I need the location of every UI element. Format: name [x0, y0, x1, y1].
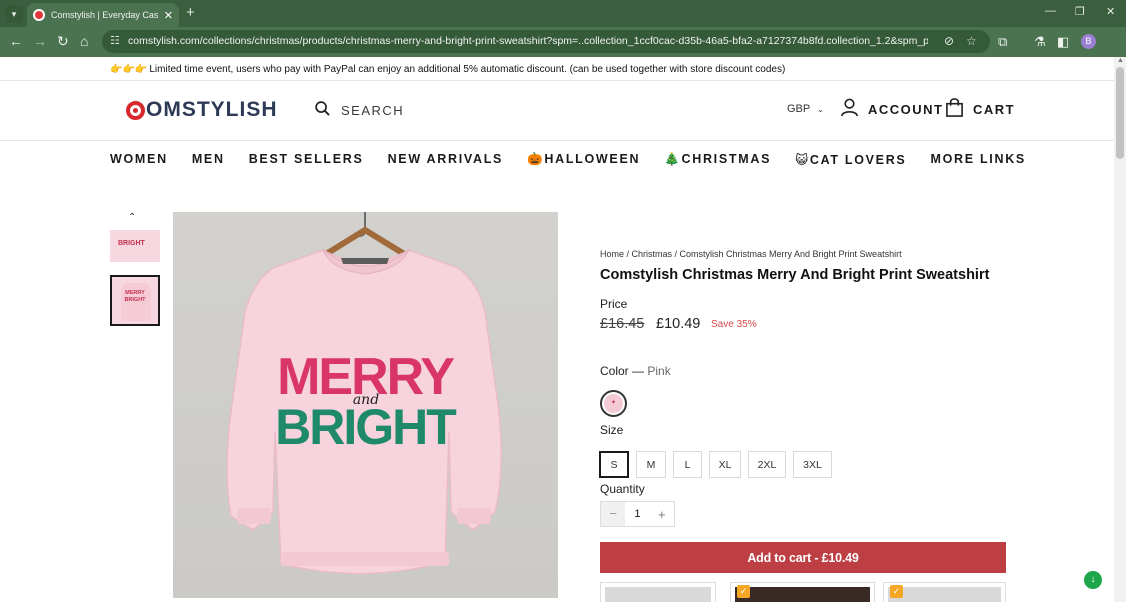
site-info-icon[interactable]: ☷ [110, 34, 120, 47]
promo-text: Limited time event, users who pay with P… [149, 63, 786, 75]
bundle-item-2[interactable]: ✓ [730, 582, 875, 602]
chevron-down-icon: ⌄ [817, 105, 824, 114]
bookmark-star-icon[interactable]: ☆ [966, 34, 977, 48]
home-icon[interactable]: ⌂ [80, 33, 88, 49]
bundle-checkbox-icon[interactable]: ✓ [890, 585, 903, 598]
browser-tab[interactable]: Comstylish | Everyday Casual W ✕ [27, 3, 179, 27]
color-swatch-pink[interactable]: ✦ [600, 390, 627, 417]
breadcrumb[interactable]: Home / Christmas / Comstylish Christmas … [600, 249, 902, 259]
thumbnail-up-chevron-icon[interactable]: ⌃ [128, 212, 136, 223]
nav-item-new-arrivals[interactable]: NEW ARRIVALS [388, 152, 504, 166]
original-price: £16.45 [600, 316, 645, 332]
minimize-icon[interactable]: — [1045, 5, 1056, 17]
divider [0, 140, 1114, 141]
url-text[interactable]: comstylish.com/collections/christmas/pro… [128, 35, 928, 47]
restore-icon[interactable]: ❐ [1075, 5, 1085, 18]
nav-item-more-links[interactable]: MORE LINKS [930, 152, 1025, 166]
side-panel-icon[interactable]: ◧ [1057, 34, 1069, 50]
size-option-xl[interactable]: XL [709, 451, 741, 478]
logo-text: OMSTYLISH [146, 98, 278, 121]
account-link[interactable]: ACCOUNT [868, 102, 944, 117]
bundle-item-1[interactable] [600, 582, 716, 602]
scroll-up-icon[interactable]: ▲ [1117, 57, 1124, 64]
bundle-item-3[interactable]: ✓ [883, 582, 1006, 602]
browser-tab-bar: ▾ Comstylish | Everyday Casual W ✕ + — ❐… [0, 0, 1126, 27]
bundle-item-image [605, 587, 711, 602]
bundle-item-image [735, 587, 870, 602]
quantity-label: Quantity [600, 482, 645, 496]
size-option-m[interactable]: M [636, 451, 666, 478]
quantity-stepper: − 1 + [600, 501, 675, 527]
web-page: 👉👉👉 Limited time event, users who pay wi… [0, 57, 1114, 602]
size-option-l[interactable]: L [673, 451, 702, 478]
page-scrollbar[interactable]: ▲ [1114, 57, 1126, 602]
sweatshirt-illustration: MERRY and BRIGHT [226, 212, 502, 575]
size-option-3xl[interactable]: 3XL [793, 451, 832, 478]
currency-value: GBP [787, 103, 811, 115]
cart-bag-icon[interactable] [945, 98, 964, 117]
lab-icon[interactable]: ⚗ [1034, 34, 1046, 50]
nav-item-halloween[interactable]: 🎃HALLOWEEN [527, 152, 640, 167]
color-label: Color — Pink [600, 364, 671, 378]
quantity-input[interactable]: 1 [625, 508, 649, 520]
account-icon[interactable] [840, 98, 859, 117]
search-input[interactable]: SEARCH [341, 103, 404, 118]
currency-selector[interactable]: GBP ⌄ [787, 103, 824, 115]
bundle-checkbox-icon[interactable]: ✓ [737, 585, 750, 598]
size-option-s[interactable]: S [599, 451, 629, 478]
thumbnail-print-text: BRIGHT [118, 240, 145, 247]
extensions-icon[interactable]: ⧉ [998, 34, 1007, 50]
thumbnail-print-text: MERRY BRIGHT [124, 290, 146, 303]
search-icon[interactable] [315, 101, 330, 116]
add-to-cart-button[interactable]: Add to cart - £10.49 [600, 542, 1006, 573]
product-thumbnail-1[interactable]: BRIGHT [110, 230, 160, 262]
new-tab-icon[interactable]: + [186, 4, 195, 21]
color-label-text: Color — [600, 364, 645, 378]
print-word-bright: BRIGHT [275, 399, 456, 455]
nav-item-cat-lovers[interactable]: 😺CAT LOVERS [795, 152, 906, 167]
back-icon[interactable]: ← [9, 33, 23, 49]
scrollbar-thumb[interactable] [1116, 67, 1124, 159]
quantity-decrease-button[interactable]: − [601, 502, 626, 526]
tab-search-dropdown-icon[interactable]: ▾ [5, 5, 23, 23]
tab-close-icon[interactable]: ✕ [164, 9, 173, 22]
site-header: OMSTYLISH SEARCH GBP ⌄ ACCOUNT CART [0, 81, 1114, 141]
tab-title: Comstylish | Everyday Casual W [51, 10, 158, 20]
nav-item-best-sellers[interactable]: BEST SELLERS [249, 152, 364, 166]
logo-mark-icon [126, 100, 145, 120]
sale-price: £10.49 [656, 316, 701, 332]
address-bar[interactable]: ☷ comstylish.com/collections/christmas/p… [102, 30, 990, 53]
chat-widget-icon[interactable]: ↓ [1084, 571, 1102, 589]
product-thumbnail-2[interactable]: MERRY BRIGHT [110, 275, 160, 326]
quantity-increase-button[interactable]: + [650, 507, 674, 522]
promo-banner: 👉👉👉 Limited time event, users who pay wi… [0, 57, 1114, 81]
size-label: Size [600, 423, 624, 437]
product-title: Comstylish Christmas Merry And Bright Pr… [600, 267, 990, 283]
bundle-item-image [888, 587, 1001, 602]
tracking-protection-icon[interactable]: ⊘ [944, 34, 954, 48]
browser-toolbar: ← → ↻ ⌂ ☷ comstylish.com/collections/chr… [0, 27, 1126, 57]
nav-item-women[interactable]: WOMEN [110, 152, 168, 166]
save-badge: Save 35% [711, 319, 757, 330]
nav-item-men[interactable]: MEN [192, 152, 225, 166]
nav-item-christmas[interactable]: 🎄CHRISTMAS [664, 152, 771, 167]
price-label: Price [600, 297, 628, 311]
forward-icon[interactable]: → [33, 33, 47, 49]
profile-avatar[interactable]: B [1081, 34, 1096, 49]
product-main-image[interactable]: MERRY and BRIGHT [173, 212, 558, 598]
size-option-2xl[interactable]: 2XL [748, 451, 786, 478]
cart-link[interactable]: CART [973, 102, 1015, 117]
reload-icon[interactable]: ↻ [57, 33, 69, 50]
swatch-image: ✦ [604, 394, 623, 413]
window-close-icon[interactable]: ✕ [1106, 5, 1115, 18]
selected-color-value: Pink [647, 364, 671, 378]
main-navigation: WOMEN MEN BEST SELLERS NEW ARRIVALS 🎃HAL… [110, 149, 1050, 169]
pointing-hands-icon: 👉👉👉 [110, 63, 148, 75]
site-favicon-icon [33, 9, 45, 21]
site-logo[interactable]: OMSTYLISH [126, 98, 278, 122]
